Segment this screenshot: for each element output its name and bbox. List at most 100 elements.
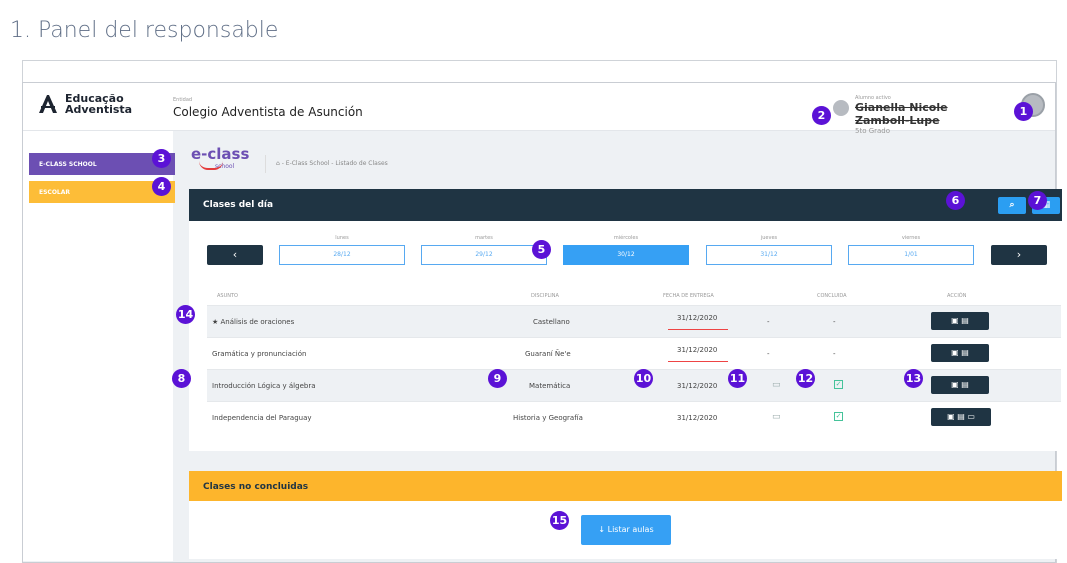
annotation-badge: 7 bbox=[1028, 191, 1047, 210]
school-name: Colegio Adventista de Asunción bbox=[173, 105, 363, 119]
search-button[interactable]: ⌕ bbox=[998, 197, 1026, 214]
day-date: 30/12 bbox=[563, 245, 689, 265]
row-actions[interactable]: ▣ ▤ bbox=[931, 376, 989, 394]
table-row[interactable]: Gramática y pronunciación Guaraní Ñe'e 3… bbox=[207, 337, 1061, 369]
day-thursday[interactable]: jueves 31/12 bbox=[706, 235, 832, 265]
col-header-action: ACCIÓN bbox=[947, 293, 967, 299]
table-row[interactable]: Independencia del Paraguay Historia y Ge… bbox=[207, 401, 1061, 433]
row-date: 31/12/2020 bbox=[677, 346, 718, 354]
annotation-badge: 2 bbox=[812, 106, 831, 125]
chevron-right-icon: › bbox=[1016, 248, 1022, 261]
next-day-button[interactable]: › bbox=[991, 245, 1047, 265]
book-icon[interactable]: ▣ bbox=[947, 412, 955, 421]
panel2-header: Clases no concluidas bbox=[189, 471, 1062, 501]
chat-icon[interactable]: ▭ bbox=[967, 412, 975, 421]
task-icon[interactable]: ▤ bbox=[961, 316, 969, 325]
overdue-underline bbox=[668, 329, 728, 330]
annotation-badge: 14 bbox=[176, 305, 195, 324]
row-subject: ★ Análisis de oraciones bbox=[212, 318, 295, 326]
day-name: lunes bbox=[335, 235, 349, 241]
col-header-date: FECHA DE ENTREGA bbox=[663, 293, 714, 299]
day-name: martes bbox=[475, 235, 493, 241]
breadcrumb[interactable]: ⌂ - E-Class School - Listado de Clases bbox=[265, 155, 388, 173]
comment-icon[interactable]: ▭ bbox=[772, 412, 781, 422]
annotation-badge: 5 bbox=[532, 240, 551, 259]
sidebar-item-label: ESCOLAR bbox=[39, 189, 71, 196]
day-date: 1/01 bbox=[848, 245, 974, 265]
row-status-2: - bbox=[833, 318, 836, 326]
day-selector: ‹ lunes 28/12 martes 29/12 miércoles 30/… bbox=[207, 235, 1059, 265]
book-icon[interactable]: ▣ bbox=[951, 316, 959, 325]
row-subject: Gramática y pronunciación bbox=[212, 350, 307, 358]
book-icon[interactable]: ▣ bbox=[951, 348, 959, 357]
row-date: 31/12/2020 bbox=[677, 414, 718, 422]
day-name: viernes bbox=[901, 235, 921, 241]
col-header-concluded: CONCLUIDA bbox=[817, 293, 847, 299]
row-actions[interactable]: ▣ ▤ bbox=[931, 344, 989, 362]
book-icon[interactable]: ▣ bbox=[951, 380, 959, 389]
annotation-badge: 11 bbox=[728, 369, 747, 388]
prev-day-button[interactable]: ‹ bbox=[207, 245, 263, 265]
col-header-discipline: DISCIPLINA bbox=[531, 293, 559, 299]
concluded-checkbox[interactable]: ✓ bbox=[834, 412, 843, 421]
col-header-subject: ASUNTO bbox=[217, 293, 238, 299]
day-date: 29/12 bbox=[421, 245, 547, 265]
table-row[interactable]: ★ Análisis de oraciones Castellano 31/12… bbox=[207, 305, 1061, 337]
eclass-logo: e-class school bbox=[191, 145, 249, 170]
row-status-2: - bbox=[833, 350, 836, 358]
row-status-1: - bbox=[767, 350, 770, 358]
row-subject: Introducción Lógica y álgebra bbox=[212, 382, 316, 390]
day-date: 31/12 bbox=[706, 245, 832, 265]
today-classes-panel: Clases del día ⌕ ▦ ‹ lunes 28/12 martes bbox=[189, 189, 1062, 451]
top-bar: Educação Adventista Entidad Colegio Adve… bbox=[23, 83, 1055, 135]
student-name: Gianella Nicole Zamboll-Lupe bbox=[855, 101, 948, 127]
annotation-badge: 12 bbox=[796, 369, 815, 388]
chevron-left-icon: ‹ bbox=[232, 248, 238, 261]
annotation-badge: 10 bbox=[634, 369, 653, 388]
annotation-badge: 15 bbox=[550, 511, 569, 530]
logo-icon bbox=[37, 93, 59, 115]
overdue-underline bbox=[668, 361, 728, 362]
comment-icon[interactable]: ▭ bbox=[772, 380, 781, 390]
row-discipline: Guaraní Ñe'e bbox=[525, 350, 571, 358]
unfinished-classes-panel: Clases no concluidas ↓ Listar aulas bbox=[189, 471, 1062, 559]
document-title: 1. Panel del responsable bbox=[10, 18, 279, 43]
logo: Educação Adventista bbox=[37, 93, 135, 115]
task-icon[interactable]: ▤ bbox=[961, 380, 969, 389]
panel-title: Clases del día bbox=[203, 200, 274, 210]
row-discipline: Castellano bbox=[533, 318, 570, 326]
search-icon: ⌕ bbox=[1009, 200, 1015, 210]
annotation-badge: 8 bbox=[172, 369, 191, 388]
concluded-checkbox[interactable]: ✓ bbox=[834, 380, 843, 389]
annotation-badge: 9 bbox=[488, 369, 507, 388]
day-date: 28/12 bbox=[279, 245, 405, 265]
day-wednesday[interactable]: miércoles 30/12 bbox=[563, 235, 689, 265]
list-classes-button[interactable]: ↓ Listar aulas bbox=[581, 515, 671, 545]
main-content: e-class school ⌂ - E-Class School - List… bbox=[173, 131, 1062, 561]
annotation-badge: 13 bbox=[904, 369, 923, 388]
app-window: Educação Adventista Entidad Colegio Adve… bbox=[22, 82, 1062, 563]
annotation-badge: 4 bbox=[152, 177, 171, 196]
row-discipline: Matemática bbox=[529, 382, 571, 390]
day-name: miércoles bbox=[613, 235, 639, 241]
day-tuesday[interactable]: martes 29/12 bbox=[421, 235, 547, 265]
row-actions[interactable]: ▣ ▤ ▭ bbox=[931, 408, 991, 426]
row-status-1: - bbox=[767, 318, 770, 326]
annotation-badge: 6 bbox=[946, 191, 965, 210]
day-monday[interactable]: lunes 28/12 bbox=[279, 235, 405, 265]
row-date: 31/12/2020 bbox=[677, 314, 718, 322]
task-icon[interactable]: ▤ bbox=[957, 412, 965, 421]
day-name: jueves bbox=[760, 235, 778, 241]
row-date: 31/12/2020 bbox=[677, 382, 718, 390]
annotation-badge: 3 bbox=[152, 149, 171, 168]
student-icon bbox=[833, 100, 849, 116]
annotation-badge: 1 bbox=[1014, 102, 1033, 121]
day-friday[interactable]: viernes 1/01 bbox=[848, 235, 974, 265]
row-discipline: Historia y Geografía bbox=[513, 414, 583, 422]
row-actions[interactable]: ▣ ▤ bbox=[931, 312, 989, 330]
logo-text: Educação Adventista bbox=[65, 92, 133, 116]
panel-header: Clases del día ⌕ ▦ bbox=[189, 189, 1062, 221]
task-icon[interactable]: ▤ bbox=[961, 348, 969, 357]
active-student[interactable]: Alumno activo Gianella Nicole Zamboll-Lu… bbox=[833, 95, 1003, 135]
school-label: Entidad bbox=[173, 97, 193, 103]
